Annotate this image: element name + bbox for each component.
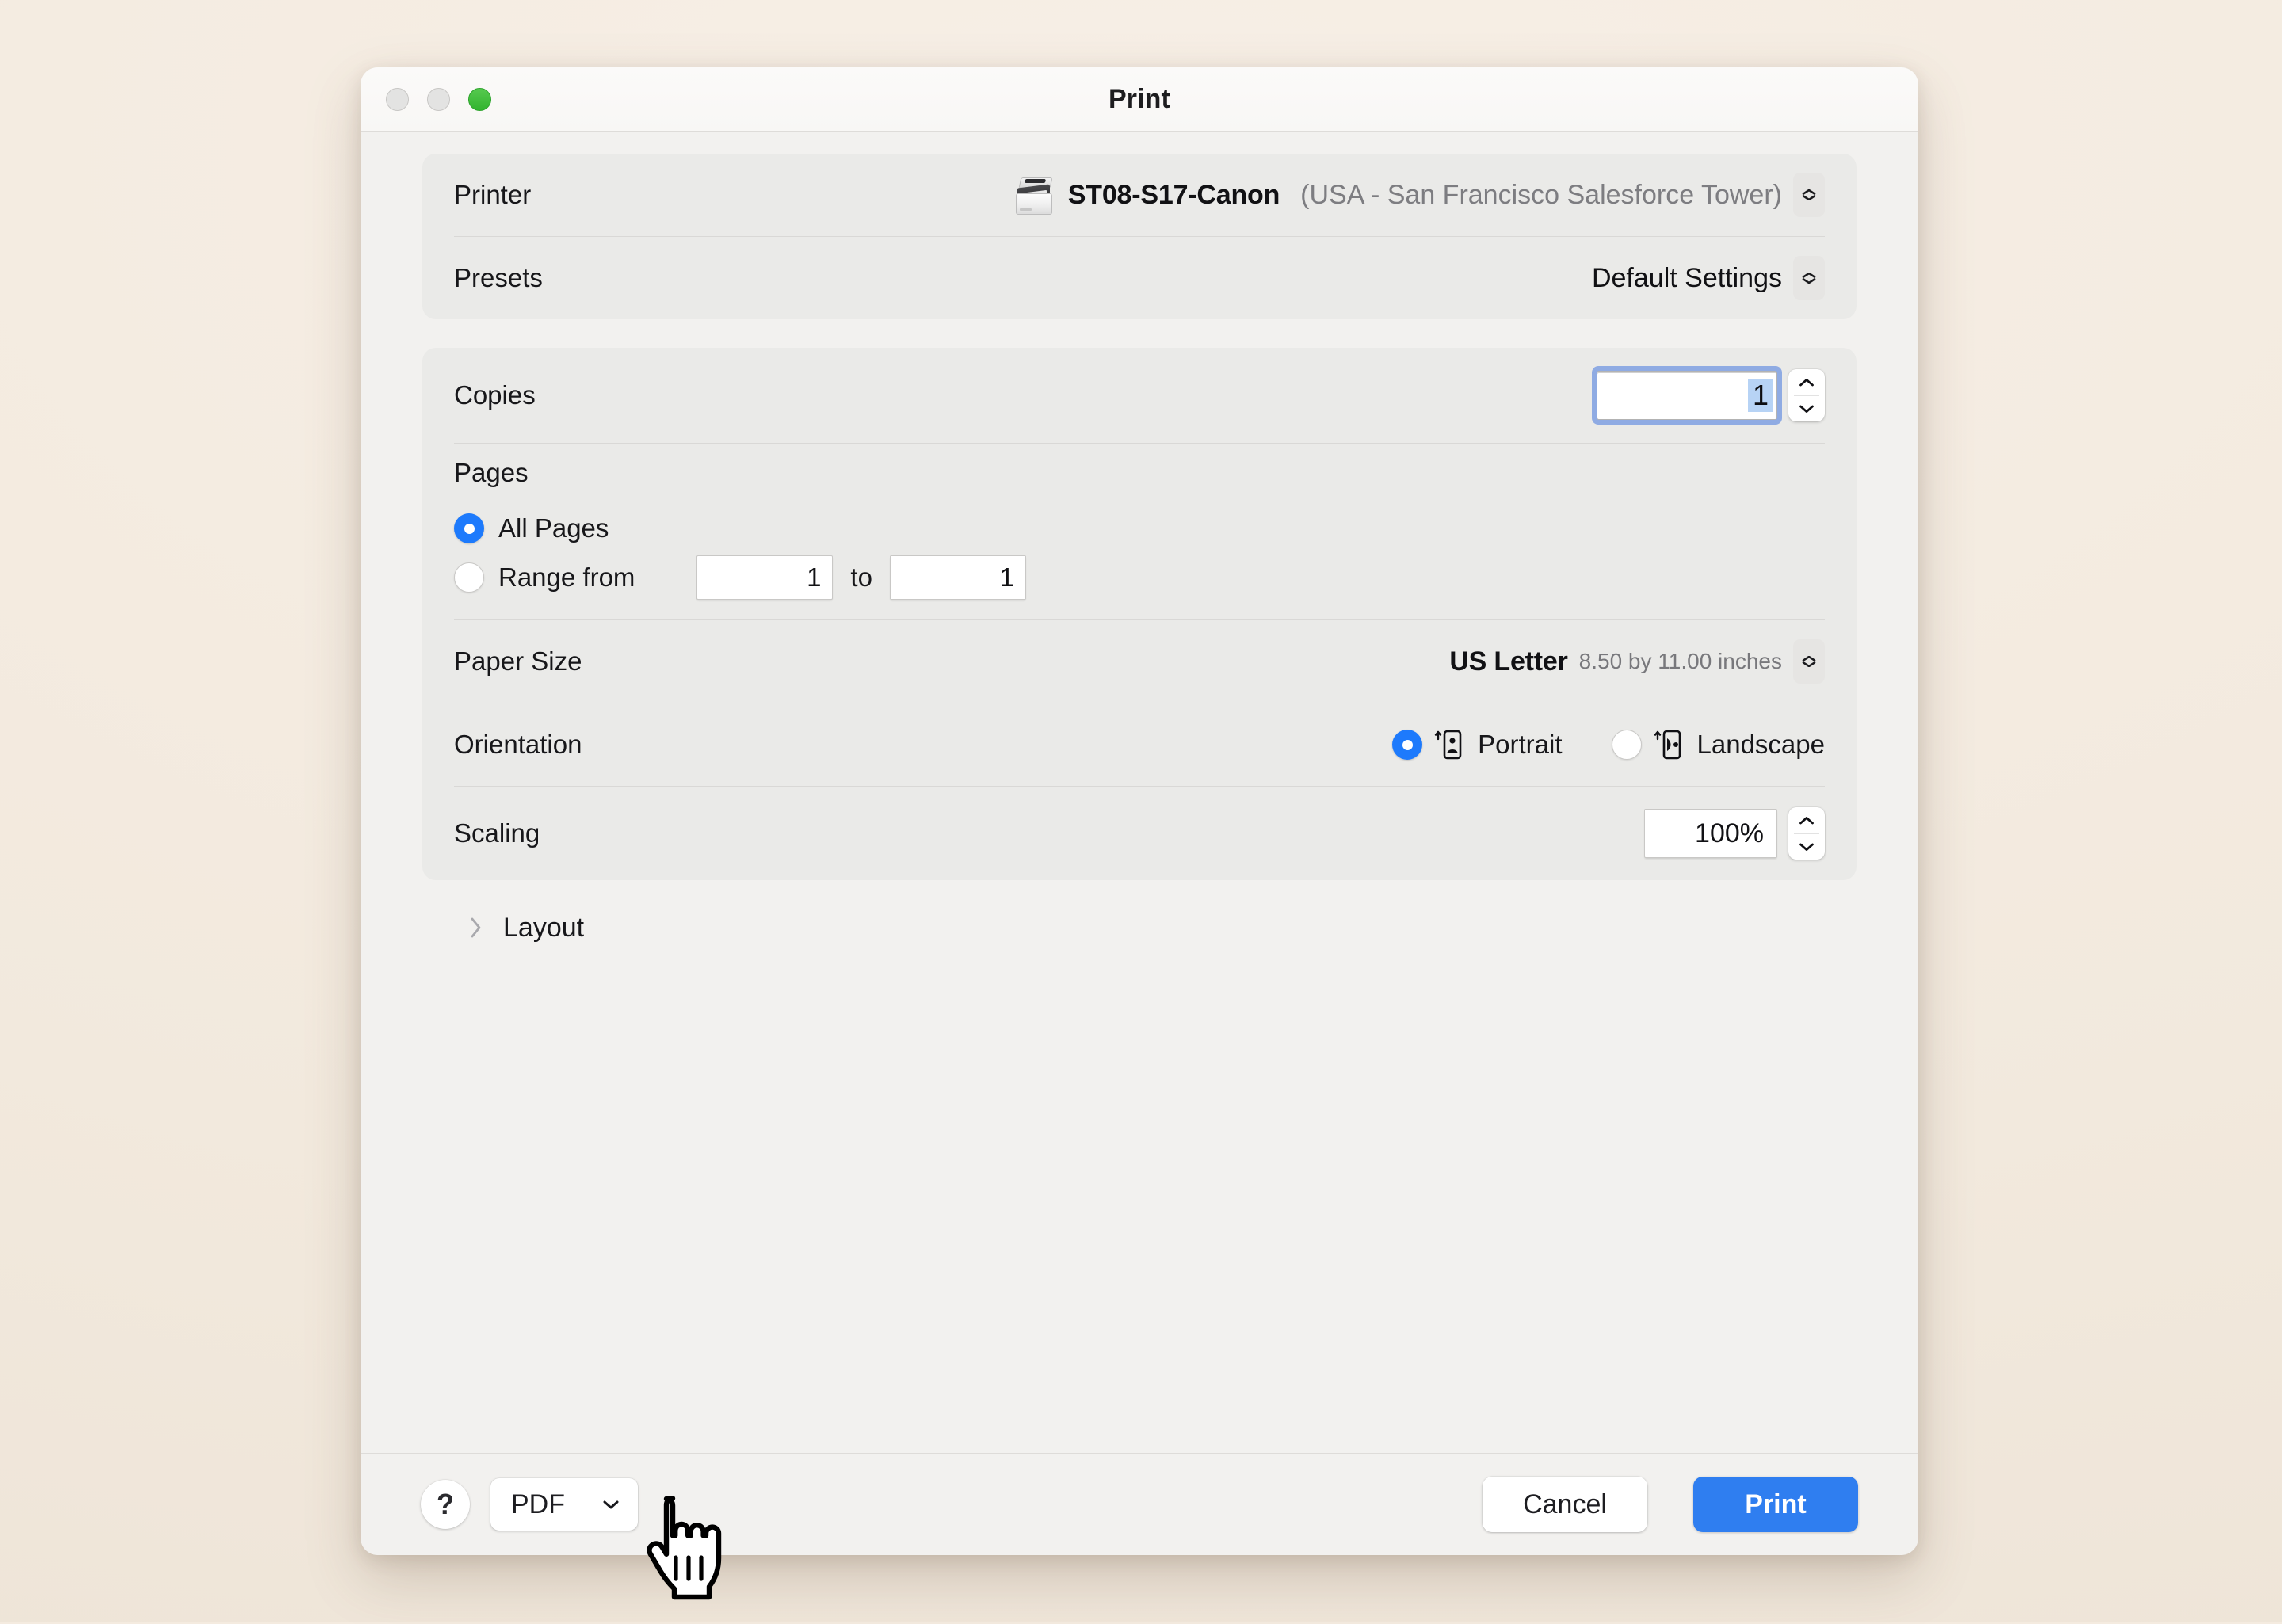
print-options-card: Copies 1: [422, 348, 1857, 880]
help-button[interactable]: ?: [421, 1480, 470, 1529]
presets-row: Presets Default Settings: [422, 237, 1857, 319]
printer-name: ST08-S17-Canon: [1068, 180, 1280, 211]
range-from-input[interactable]: 1: [696, 555, 833, 600]
copies-stepper-down-icon[interactable]: [1788, 395, 1825, 421]
range-to-label: to: [850, 562, 872, 593]
orientation-label: Orientation: [454, 730, 582, 760]
dialog-body: Printer ST08-S17-Canon (USA - San Franci…: [361, 132, 1918, 1453]
presets-control[interactable]: Default Settings: [1592, 256, 1825, 300]
scaling-row: Scaling 100%: [422, 787, 1857, 880]
presets-value: Default Settings: [1592, 263, 1782, 294]
paper-size-label: Paper Size: [454, 646, 582, 677]
copies-control: 1: [1597, 369, 1825, 421]
layout-label: Layout: [503, 913, 584, 944]
printer-control[interactable]: ST08-S17-Canon (USA - San Francisco Sale…: [1014, 173, 1825, 217]
scaling-control: 100%: [1644, 807, 1825, 860]
paper-size-row: Paper Size US Letter 8.50 by 11.00 inche…: [422, 620, 1857, 703]
copies-label: Copies: [454, 380, 536, 410]
pages-all-option[interactable]: All Pages: [454, 504, 1825, 553]
landscape-orientation-icon: [1653, 728, 1686, 761]
portrait-label: Portrait: [1478, 730, 1562, 760]
range-pages-radio[interactable]: [454, 562, 484, 593]
portrait-radio[interactable]: [1392, 730, 1422, 760]
layout-disclosure-row[interactable]: Layout: [422, 886, 1857, 969]
orientation-row: Orientation: [422, 703, 1857, 786]
orientation-control: Portrait: [1392, 728, 1825, 761]
pdf-button-label: PDF: [511, 1489, 565, 1520]
pages-label: Pages: [454, 458, 1825, 488]
pages-section: Pages All Pages Range from 1 to 1: [422, 444, 1857, 619]
range-pages-label: Range from: [498, 562, 635, 593]
dialog-footer: ? PDF Cancel Print: [361, 1453, 1918, 1555]
paper-size-dimensions: 8.50 by 11.00 inches: [1579, 649, 1782, 674]
printer-label: Printer: [454, 180, 531, 210]
landscape-radio[interactable]: [1612, 730, 1642, 760]
copies-input-value: 1: [1748, 379, 1773, 412]
scaling-input[interactable]: 100%: [1644, 809, 1777, 858]
orientation-landscape-option[interactable]: Landscape: [1612, 728, 1825, 761]
copies-stepper-up-icon[interactable]: [1788, 369, 1825, 395]
printer-row: Printer ST08-S17-Canon (USA - San Franci…: [422, 154, 1857, 236]
pages-range-option[interactable]: Range from 1 to 1: [454, 553, 1825, 602]
cancel-button[interactable]: Cancel: [1483, 1477, 1647, 1532]
all-pages-radio[interactable]: [454, 513, 484, 543]
landscape-label: Landscape: [1697, 730, 1825, 760]
paper-size-value: US Letter: [1449, 646, 1567, 677]
range-to-input[interactable]: 1: [890, 555, 1026, 600]
printer-icon: [1014, 174, 1055, 215]
scaling-stepper-up-icon[interactable]: [1788, 807, 1825, 833]
presets-popup-stepper-icon[interactable]: [1793, 256, 1825, 300]
print-button[interactable]: Print: [1693, 1477, 1858, 1532]
copies-stepper[interactable]: [1788, 369, 1825, 421]
desktop-background: Print Printer ST08-S17-Canon (USA - San …: [0, 0, 2282, 1622]
printer-popup-stepper-icon[interactable]: [1793, 173, 1825, 217]
printer-value: ST08-S17-Canon (USA - San Francisco Sale…: [1014, 174, 1782, 215]
printer-settings-card: Printer ST08-S17-Canon (USA - San Franci…: [422, 154, 1857, 319]
copies-input[interactable]: 1: [1597, 371, 1777, 420]
scaling-stepper[interactable]: [1788, 807, 1825, 860]
chevron-down-icon[interactable]: [586, 1498, 635, 1511]
window-titlebar: Print: [361, 67, 1918, 132]
print-dialog-window: Print Printer ST08-S17-Canon (USA - San …: [361, 67, 1918, 1555]
printer-location: (USA - San Francisco Salesforce Tower): [1300, 180, 1782, 211]
orientation-portrait-option[interactable]: Portrait: [1392, 728, 1562, 761]
paper-size-popup-stepper-icon[interactable]: [1793, 639, 1825, 684]
portrait-orientation-icon: [1433, 728, 1467, 761]
all-pages-label: All Pages: [498, 513, 609, 543]
chevron-right-icon[interactable]: [468, 915, 484, 940]
copies-row: Copies 1: [422, 348, 1857, 443]
scaling-label: Scaling: [454, 818, 540, 848]
paper-size-control[interactable]: US Letter 8.50 by 11.00 inches: [1449, 639, 1825, 684]
window-title: Print: [361, 84, 1918, 115]
pdf-button[interactable]: PDF: [490, 1478, 638, 1531]
scaling-stepper-down-icon[interactable]: [1788, 833, 1825, 860]
presets-label: Presets: [454, 263, 543, 293]
